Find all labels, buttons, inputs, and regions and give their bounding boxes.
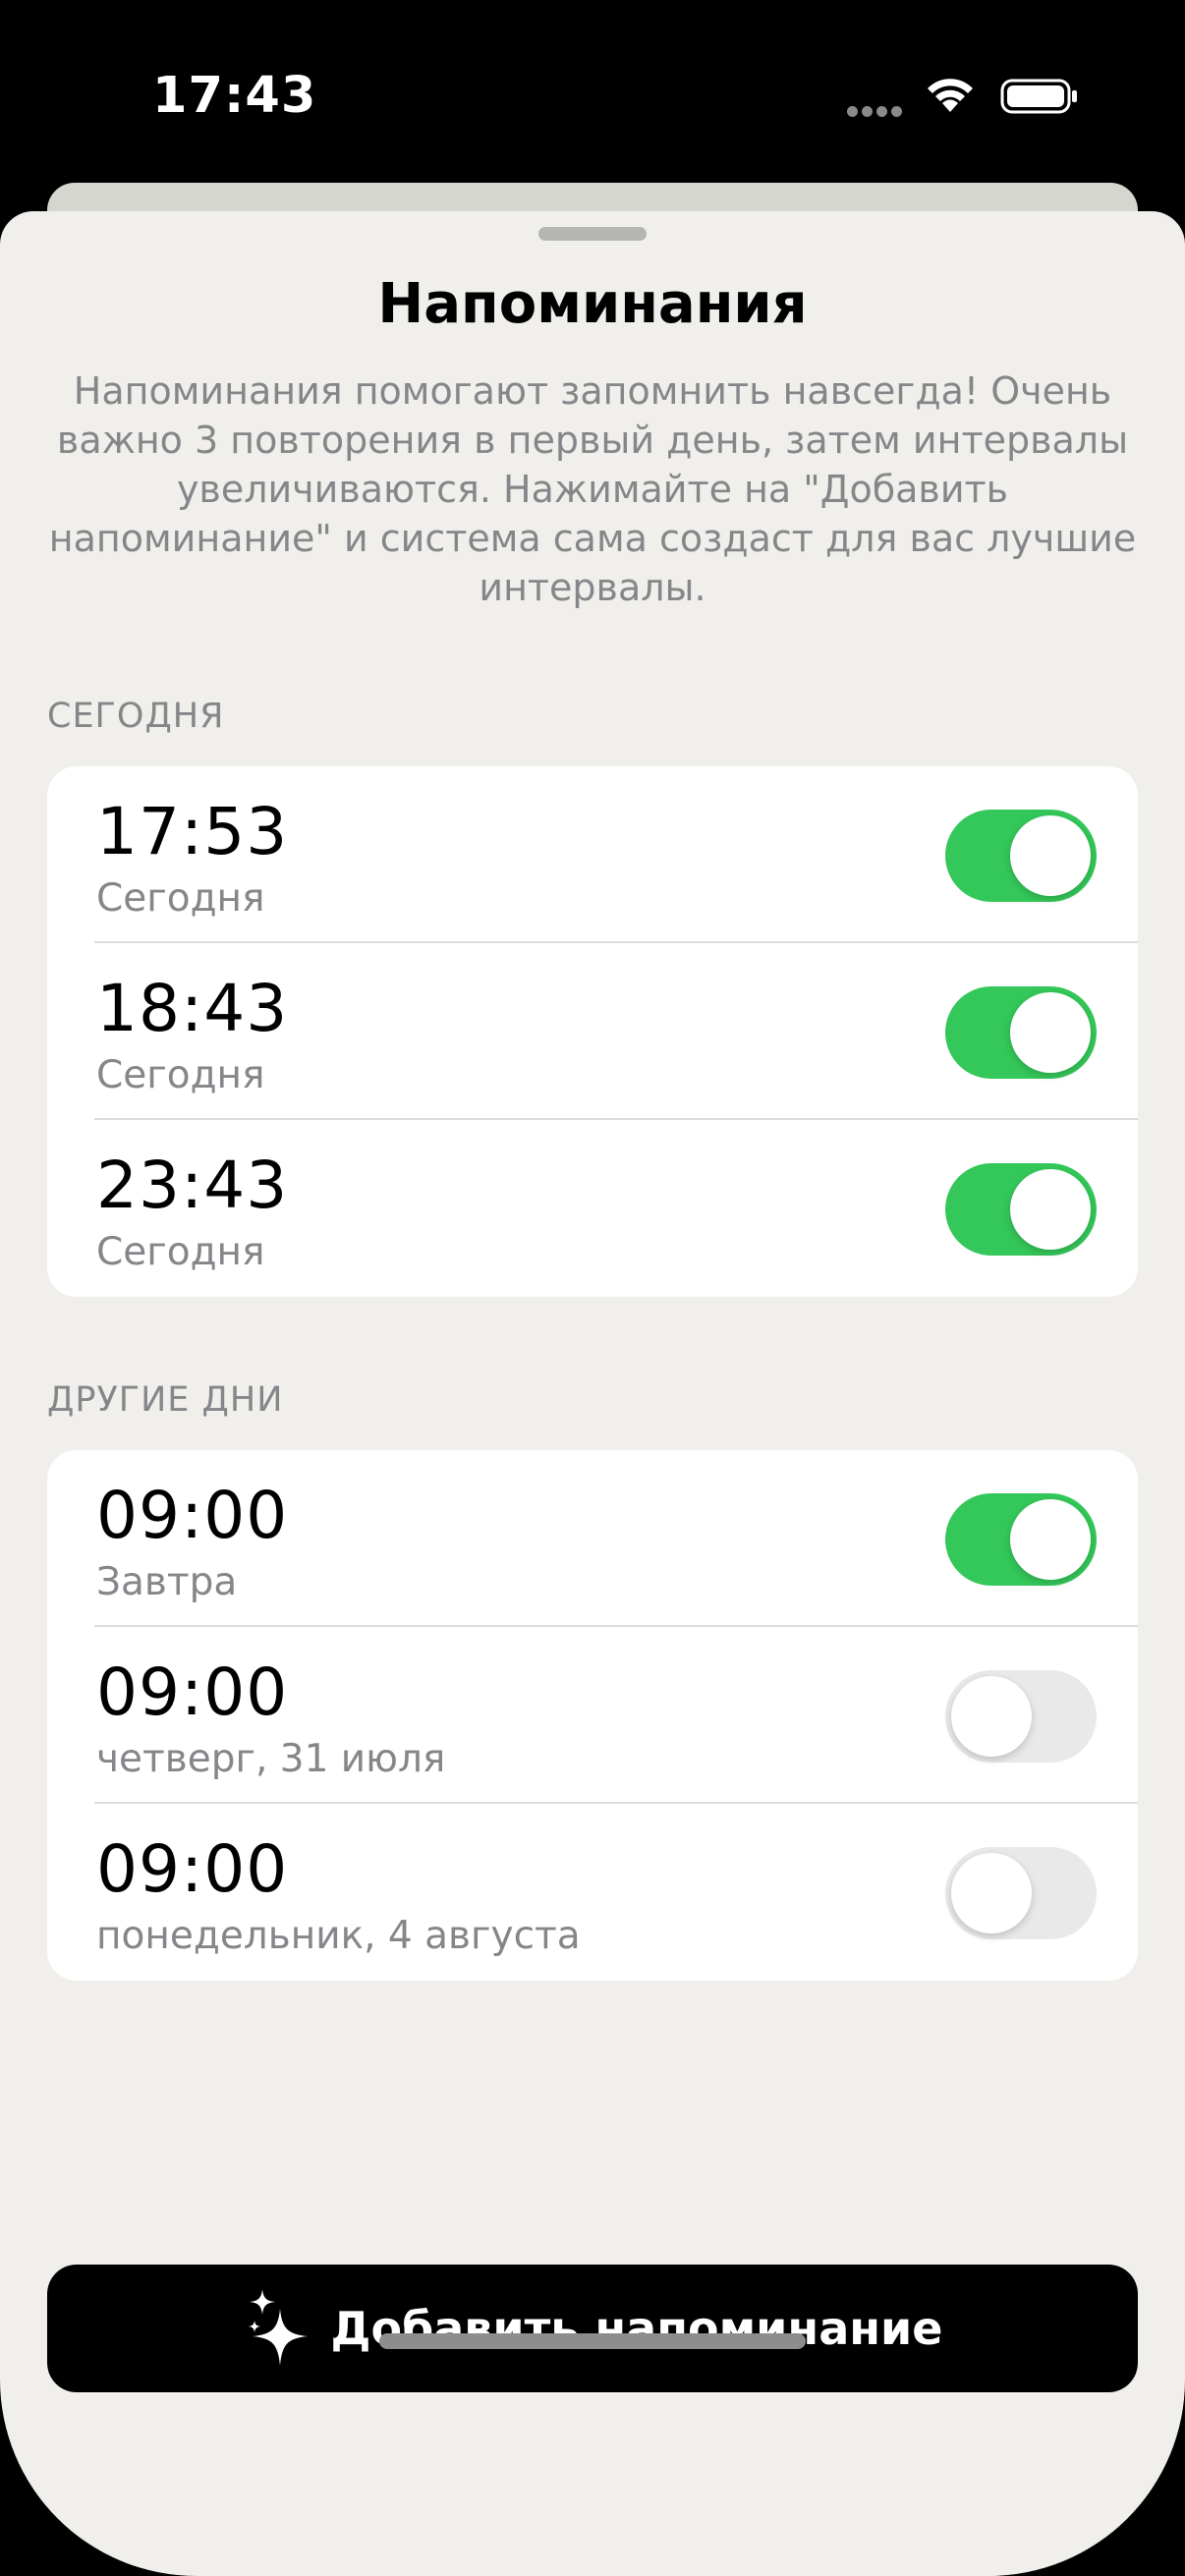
section-header-other-days: ДРУГИЕ ДНИ [47, 1380, 284, 1420]
section-header-today: СЕГОДНЯ [47, 697, 225, 736]
reminder-time: 18:43 [96, 971, 289, 1046]
reminder-toggle[interactable] [945, 1847, 1097, 1939]
toggle-knob [951, 1676, 1032, 1757]
reminder-toggle[interactable] [945, 986, 1097, 1079]
reminder-toggle[interactable] [945, 1163, 1097, 1256]
battery-icon [1000, 79, 1077, 114]
page-title: Напоминания [377, 272, 808, 336]
reminders-group-other-days: 09:00 Завтра 09:00 четверг, 31 июля 09:0… [47, 1450, 1138, 1981]
sheet-grabber[interactable] [538, 227, 647, 241]
sparkles-icon [248, 2289, 308, 2366]
status-bar: 17:43 [0, 0, 1185, 187]
reminder-toggle[interactable] [945, 810, 1097, 902]
reminder-time: 09:00 [96, 1654, 289, 1730]
reminder-toggle[interactable] [945, 1670, 1097, 1763]
reminders-sheet: Напоминания Напоминания помогают запомни… [0, 211, 1185, 2576]
toggle-knob [1010, 1169, 1091, 1250]
reminder-time: 09:00 [96, 1831, 289, 1907]
add-reminder-button[interactable]: Добавить напоминание [47, 2265, 1138, 2392]
reminder-time: 23:43 [96, 1148, 289, 1223]
reminder-date: четверг, 31 июля [96, 1737, 446, 1781]
reminder-row: 17:53 Сегодня [47, 766, 1138, 943]
toggle-knob [1010, 815, 1091, 896]
toggle-knob [1010, 1499, 1091, 1580]
cellular-dots-icon [847, 102, 906, 117]
reminder-date: Сегодня [96, 1053, 265, 1097]
description-text: Напоминания помогают запомнить навсегда!… [48, 369, 1137, 609]
phone-screen: 17:43 Напоминания Напоминания помогают з… [0, 0, 1185, 2576]
reminder-date: Сегодня [96, 1230, 265, 1274]
reminder-date: Завтра [96, 1560, 238, 1604]
reminder-time: 17:53 [96, 794, 289, 869]
reminder-date: Сегодня [96, 876, 265, 921]
reminder-time: 09:00 [96, 1478, 289, 1553]
wifi-icon [928, 79, 973, 112]
reminder-row: 09:00 понедельник, 4 августа [47, 1804, 1138, 1981]
reminder-row: 23:43 Сегодня [47, 1120, 1138, 1297]
reminders-group-today: 17:53 Сегодня 18:43 Сегодня 23:43 Сегодн… [47, 766, 1138, 1297]
reminder-row: 09:00 Завтра [47, 1450, 1138, 1627]
reminder-toggle[interactable] [945, 1493, 1097, 1586]
toggle-knob [1010, 992, 1091, 1073]
reminder-date: понедельник, 4 августа [96, 1914, 581, 1958]
toggle-knob [951, 1853, 1032, 1933]
status-time: 17:43 [152, 67, 317, 125]
reminder-row: 09:00 четверг, 31 июля [47, 1627, 1138, 1804]
reminder-row: 18:43 Сегодня [47, 943, 1138, 1120]
home-indicator[interactable] [379, 2333, 806, 2349]
